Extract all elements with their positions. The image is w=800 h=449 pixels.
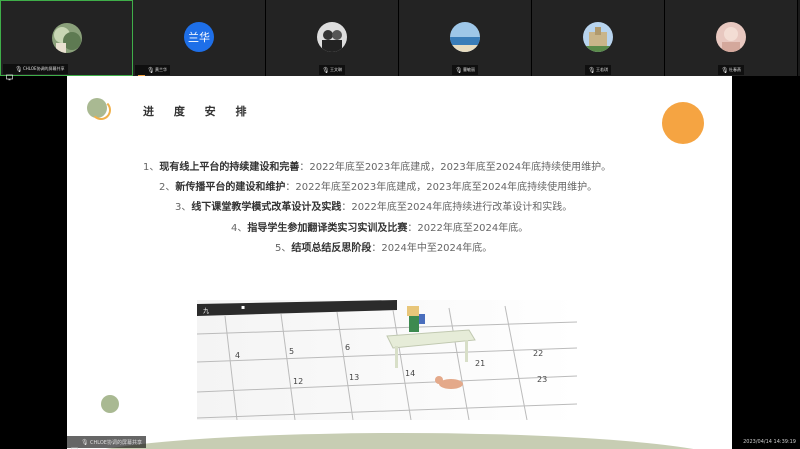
avatar	[716, 22, 746, 52]
participant-name: 王文琳	[330, 67, 342, 72]
nameplate: 🎙 王若琪	[585, 65, 611, 75]
participant-tile-6[interactable]: 🎙 杜春燕	[665, 0, 798, 76]
participant-strip: 🎙 CHLOE协调的屏幕共享 兰华 🎙 黄兰华 🎙 王文琳 🎙 曹敏丽 🎙 王若…	[0, 0, 800, 82]
list-item: 2、新传播平台的建设和维护：2022年底至2023年底建成，2023年底至202…	[159, 182, 598, 193]
photo-person-icon	[716, 22, 746, 52]
screen-share-icon	[71, 439, 78, 449]
participant-name: 黄兰华	[155, 67, 167, 72]
participant-name: 王若琪	[596, 67, 608, 72]
participant-tile-5[interactable]: 🎙 王若琪	[532, 0, 665, 76]
svg-text:6: 6	[345, 343, 350, 352]
avatar	[450, 22, 480, 52]
avatar	[583, 22, 613, 52]
avatar	[51, 23, 82, 53]
nameplate: 🎙 曹敏丽	[452, 65, 478, 75]
meeting-window: 🎙 CHLOE协调的屏幕共享 兰华 🎙 黄兰华 🎙 王文琳 🎙 曹敏丽 🎙 王若…	[0, 0, 800, 449]
shared-slide: 进 度 安 排 1、现有线上平台的持续建设和完善：2022年底至2023年底建成…	[67, 76, 732, 449]
mic-icon: 🎙	[588, 66, 596, 74]
photo-castle-icon	[583, 22, 613, 52]
nameplate: 🎙 杜春燕	[718, 65, 744, 75]
mic-icon: 🎙	[147, 66, 155, 74]
participant-name: 杜春燕	[729, 67, 741, 72]
mic-icon: 🎙	[81, 438, 89, 446]
mic-icon: 🎙	[322, 66, 330, 74]
svg-text:23: 23	[537, 375, 547, 384]
slide-title: 进 度 安 排	[143, 105, 255, 118]
screen-share-icon	[6, 66, 13, 80]
svg-text:5: 5	[289, 347, 294, 356]
user-icon	[138, 67, 145, 82]
decorative-circle-green	[101, 395, 119, 413]
svg-text:九: 九	[203, 307, 209, 315]
avatar: 兰华	[184, 22, 214, 52]
calendar-illustration: 九 ▪ 4 5 6 12 13 14 21 22 23	[196, 300, 578, 421]
decorative-circle-orange	[662, 102, 704, 144]
nameplate: 🎙 王文琳	[319, 65, 345, 75]
svg-text:22: 22	[533, 349, 543, 358]
photo-people-icon	[317, 22, 347, 52]
photo-sea-icon	[450, 22, 480, 52]
participant-name: 曹敏丽	[463, 67, 475, 72]
svg-text:13: 13	[349, 373, 359, 382]
footer-wave	[67, 433, 732, 449]
svg-text:4: 4	[235, 351, 240, 360]
photo-plants-icon	[51, 23, 82, 53]
avatar	[317, 22, 347, 52]
decorative-ring	[91, 100, 111, 120]
svg-text:21: 21	[475, 359, 485, 368]
svg-text:▪: ▪	[241, 304, 245, 311]
nameplate: 🎙 黄兰华	[135, 65, 170, 82]
screen-share-label: 🎙 CHLOE协调的屏幕共享	[67, 436, 146, 449]
nameplate: 🎙 CHLOE协调的屏幕共享	[3, 64, 68, 80]
mic-icon: 🎙	[455, 66, 463, 74]
svg-text:14: 14	[405, 369, 415, 378]
list-item: 3、线下课堂教学模式改革设计及实践：2022年底至2024年底持续进行改革设计和…	[175, 202, 573, 213]
mic-icon: 🎙	[15, 65, 23, 73]
participant-tile-3[interactable]: 🎙 王文琳	[266, 0, 399, 76]
list-item: 5、结项总结反思阶段：2024年中至2024年底。	[275, 243, 493, 254]
participant-tile-2[interactable]: 兰华 🎙 黄兰华	[133, 0, 266, 82]
participant-name: CHLOE协调的屏幕共享	[23, 66, 65, 71]
mic-icon: 🎙	[721, 66, 729, 74]
svg-text:12: 12	[293, 377, 303, 386]
share-owner: CHLOE协调的屏幕共享	[90, 439, 142, 446]
participant-tile-4[interactable]: 🎙 曹敏丽	[399, 0, 532, 76]
timestamp: 2023/04/14 14:39:19	[743, 439, 796, 445]
participant-tile-1[interactable]: 🎙 CHLOE协调的屏幕共享	[0, 0, 133, 80]
list-item: 1、现有线上平台的持续建设和完善：2022年底至2023年底建成，2023年底至…	[143, 162, 612, 173]
list-item: 4、指导学生参加翻译类实习实训及比赛：2022年底至2024年底。	[231, 223, 529, 234]
